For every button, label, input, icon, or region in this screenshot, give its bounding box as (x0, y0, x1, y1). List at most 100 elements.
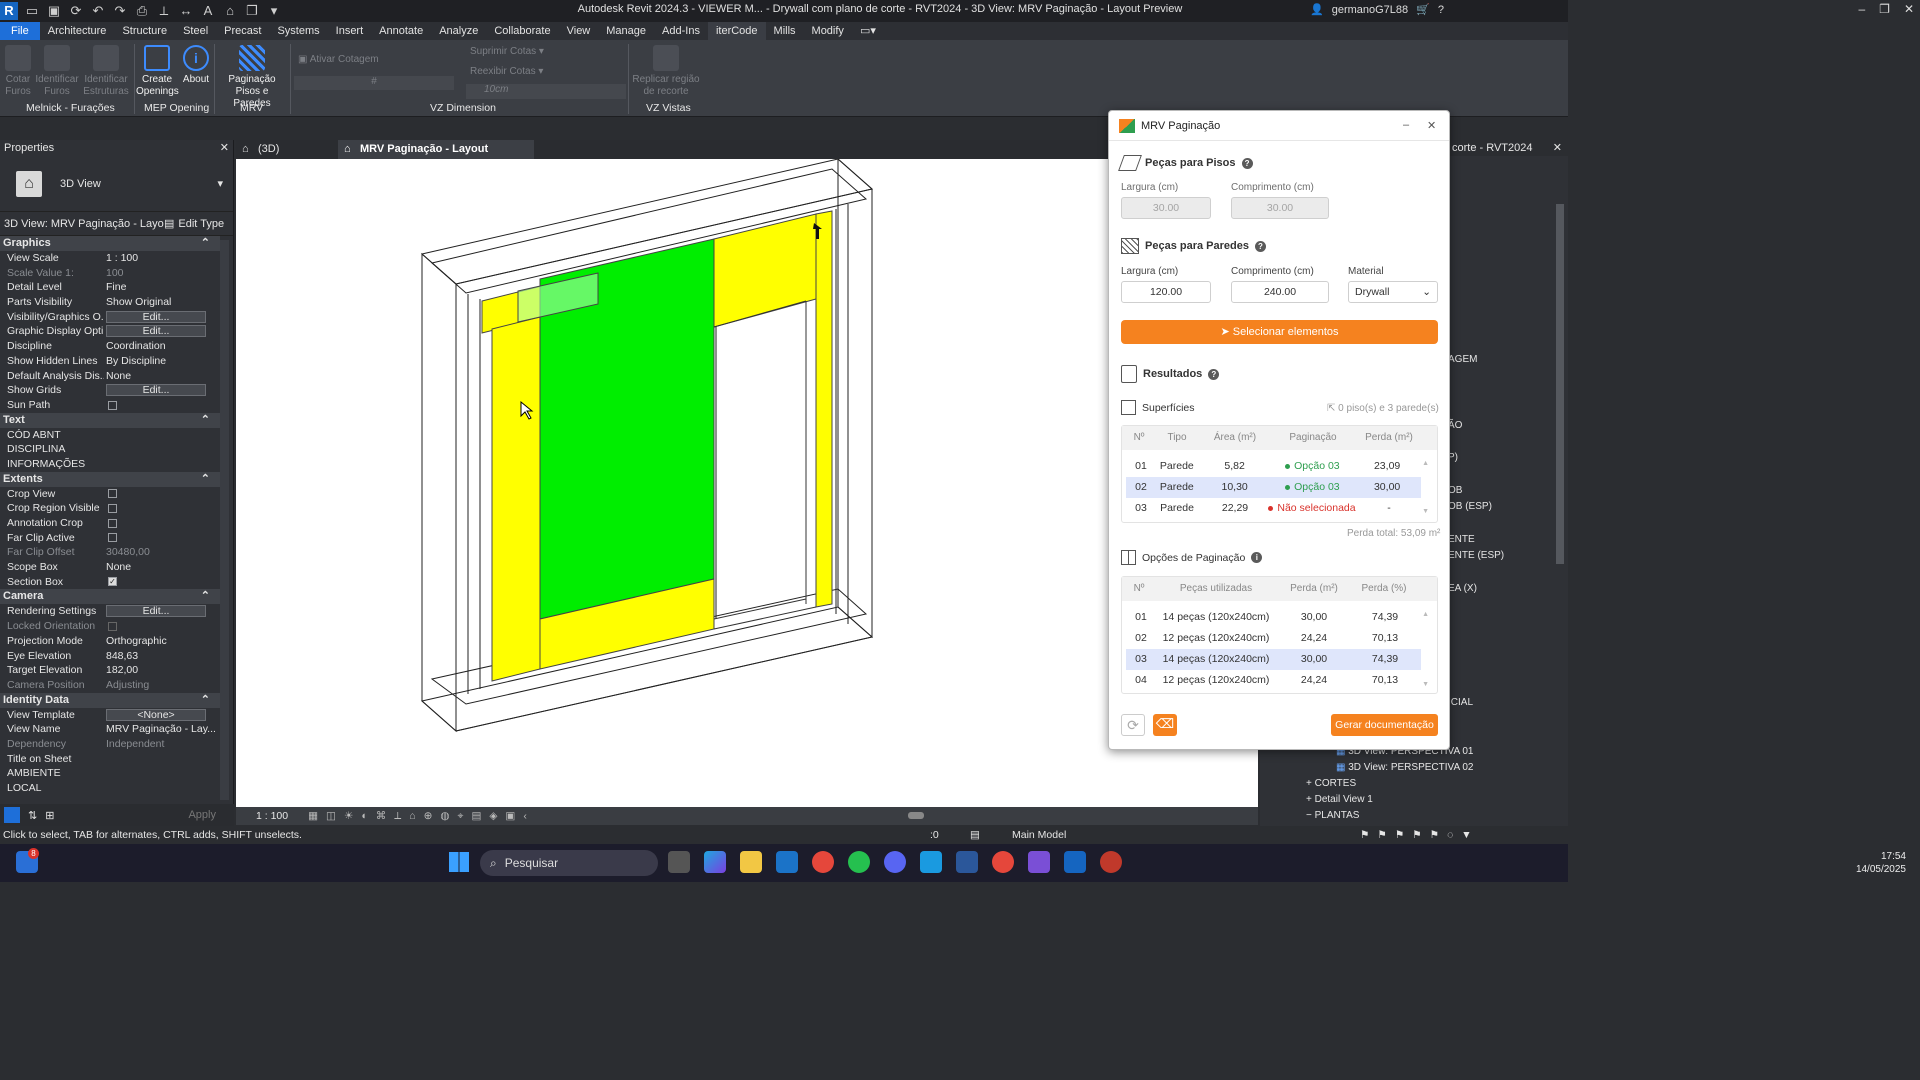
default-analysis-value[interactable]: None (104, 369, 220, 384)
close-icon[interactable]: ✕ (1553, 140, 1562, 156)
apply-button[interactable]: Apply (188, 809, 216, 821)
taskbar-search[interactable]: ⌕ Pesquisar (480, 850, 658, 876)
section-box-checkbox[interactable]: ✓ (108, 577, 117, 587)
view-name-value[interactable]: MRV Paginação - Lay... (104, 722, 220, 737)
revit-logo-icon[interactable]: R (0, 2, 18, 20)
sort-az-icon[interactable]: ⇅ (28, 809, 37, 822)
parts-visibility-value[interactable]: Show Original (104, 295, 220, 310)
ambiente-value[interactable] (104, 766, 220, 781)
reexibir-cotas-button[interactable]: Reexibir Cotas ▾ (470, 66, 543, 78)
cart-icon[interactable]: 🛒 (1416, 3, 1430, 16)
pisos-comprimento-input[interactable]: 30.00 (1231, 197, 1329, 219)
menu-insert[interactable]: Insert (328, 22, 372, 40)
tree-item-detail-view[interactable]: + Detail View 1 (1306, 794, 1373, 805)
help-icon[interactable]: ? (1254, 240, 1266, 252)
refresh-button[interactable]: ⟳ (1121, 714, 1145, 736)
hidden-lines-value[interactable]: By Discipline (104, 354, 220, 369)
menu-steel[interactable]: Steel (175, 22, 216, 40)
section-text[interactable]: Text ⌃ (0, 412, 220, 428)
text-icon[interactable]: A (200, 3, 216, 19)
open-icon[interactable]: ▭ (24, 3, 40, 19)
close-icon[interactable]: ✕ (1904, 2, 1914, 16)
edit-type-button[interactable]: Edit Type (178, 218, 224, 230)
undo-icon[interactable]: ↶ (90, 3, 106, 19)
dimension-icon[interactable]: ↔ (178, 3, 194, 19)
view-control-icons[interactable]: ▦◫☀◐⌘⟂⌂⊕◍⌖▤◈▣‹ (308, 810, 535, 823)
recorder-icon[interactable] (1100, 851, 1122, 873)
minimize-icon[interactable]: – (1403, 119, 1409, 131)
browser-item[interactable]: ENTE (ESP) (1448, 550, 1504, 561)
crop-view-checkbox[interactable] (108, 489, 117, 499)
annotation-crop-checkbox[interactable] (108, 518, 117, 528)
3d-viewport[interactable] (236, 157, 1258, 807)
help-icon[interactable]: ? (1208, 368, 1220, 380)
table-row[interactable]: 02 Parede 10,30 Opção 03 30,00 (1126, 477, 1421, 498)
menu-itercode[interactable]: iterCode (707, 22, 766, 40)
pisos-largura-input[interactable]: 30.00 (1121, 197, 1211, 219)
customize-icon[interactable]: ▾ (266, 3, 282, 19)
worksets-icon[interactable]: ▤ (970, 826, 980, 844)
tab-3d[interactable]: ⌂ (3D) (236, 140, 336, 159)
discord-icon[interactable] (884, 851, 906, 873)
selecionar-elementos-button[interactable]: ➤ Selecionar elementos (1121, 320, 1438, 344)
rendering-edit-button[interactable]: Edit... (106, 605, 206, 618)
suprimir-cotas-button[interactable]: Suprimir Cotas ▾ (470, 46, 544, 58)
switch-windows-icon[interactable]: ❐ (244, 3, 260, 19)
graphic-display-edit-button[interactable]: Edit... (106, 325, 206, 338)
user-name[interactable]: germanoG7L88 (1332, 4, 1408, 16)
sync-icon[interactable]: ⟳ (68, 3, 84, 19)
menu-mills[interactable]: Mills (766, 22, 804, 40)
file-explorer-icon[interactable] (740, 851, 762, 873)
section-graphics[interactable]: Graphics ⌃ (0, 236, 220, 251)
help-icon[interactable]: ? (1438, 4, 1444, 16)
properties-scrollbar[interactable] (220, 240, 229, 800)
task-view-icon[interactable] (668, 851, 690, 873)
tree-item-plantas[interactable]: − PLANTAS (1306, 810, 1359, 821)
menu-collaborate[interactable]: Collaborate (486, 22, 558, 40)
horizontal-scrollbar-thumb[interactable] (908, 812, 924, 819)
menu-structure[interactable]: Structure (114, 22, 175, 40)
menu-annotate[interactable]: Annotate (371, 22, 431, 40)
projection-value[interactable]: Orthographic (104, 634, 220, 649)
cotar-furos-button[interactable]: Cotar Furos (2, 45, 34, 98)
sort-icon[interactable] (4, 807, 20, 823)
paredes-largura-input[interactable]: 120.00 (1121, 281, 1211, 303)
ativar-cotagem-button[interactable]: ▣ Ativar Cotagem (298, 54, 379, 66)
system-clock[interactable]: 17:54 14/05/2025 (1856, 850, 1906, 876)
app-icon[interactable] (920, 851, 942, 873)
far-clip-checkbox[interactable] (108, 533, 117, 543)
view-selector[interactable]: 3D View: MRV Paginação - Layout (4, 218, 164, 230)
scope-box-value[interactable]: None (104, 560, 220, 575)
menu-systems[interactable]: Systems (269, 22, 327, 40)
user-icon[interactable]: 👤 (1310, 3, 1324, 16)
disciplina-value[interactable] (104, 442, 220, 457)
section-identity[interactable]: Identity Data ⌃ (0, 692, 220, 708)
edit-type-icon[interactable]: ▤ (164, 217, 174, 230)
table-row[interactable]: 01 14 peças (120x240cm) 30,00 74,39 (1126, 607, 1421, 628)
browser-item[interactable]: OB (ESP) (1448, 501, 1492, 512)
ribbon-toggle-icon[interactable]: ▭▾ (852, 22, 884, 40)
table-row[interactable]: 01 Parede 5,82 Opção 03 23,09 (1126, 456, 1421, 477)
title-on-sheet-value[interactable] (104, 752, 220, 767)
menu-precast[interactable]: Precast (216, 22, 269, 40)
browser-item[interactable]: OB (1448, 485, 1462, 496)
scroll-up-icon[interactable]: ▲ (1422, 460, 1429, 467)
close-icon[interactable]: ✕ (1427, 119, 1436, 132)
scroll-down-icon[interactable]: ▼ (1422, 508, 1429, 515)
local-value[interactable] (104, 781, 220, 796)
view-scale-control[interactable]: 1 : 100 (256, 810, 288, 822)
replicar-button[interactable]: Replicar região de recorte (630, 45, 702, 98)
identificar-furos-button[interactable]: Identificar Furos (34, 45, 80, 98)
material-select[interactable]: Drywall ⌄ (1348, 281, 1438, 303)
help-icon[interactable]: ? (1241, 157, 1253, 169)
whatsapp-icon[interactable] (848, 851, 870, 873)
vis-graphics-edit-button[interactable]: Edit... (106, 310, 206, 323)
browser-item[interactable]: ÃO (1448, 420, 1462, 431)
eye-elevation-value[interactable]: 848,63 (104, 649, 220, 664)
cotagem-field[interactable]: # (294, 76, 454, 90)
menu-file[interactable]: File (0, 22, 40, 40)
tree-item-perspectiva-02[interactable]: ▦ 3D View: PERSPECTIVA 02 (1336, 762, 1473, 773)
chrome-profile-icon[interactable] (992, 851, 1014, 873)
clear-button[interactable]: ⌫ (1153, 714, 1177, 736)
measure-icon[interactable]: ⟂ (156, 3, 172, 19)
